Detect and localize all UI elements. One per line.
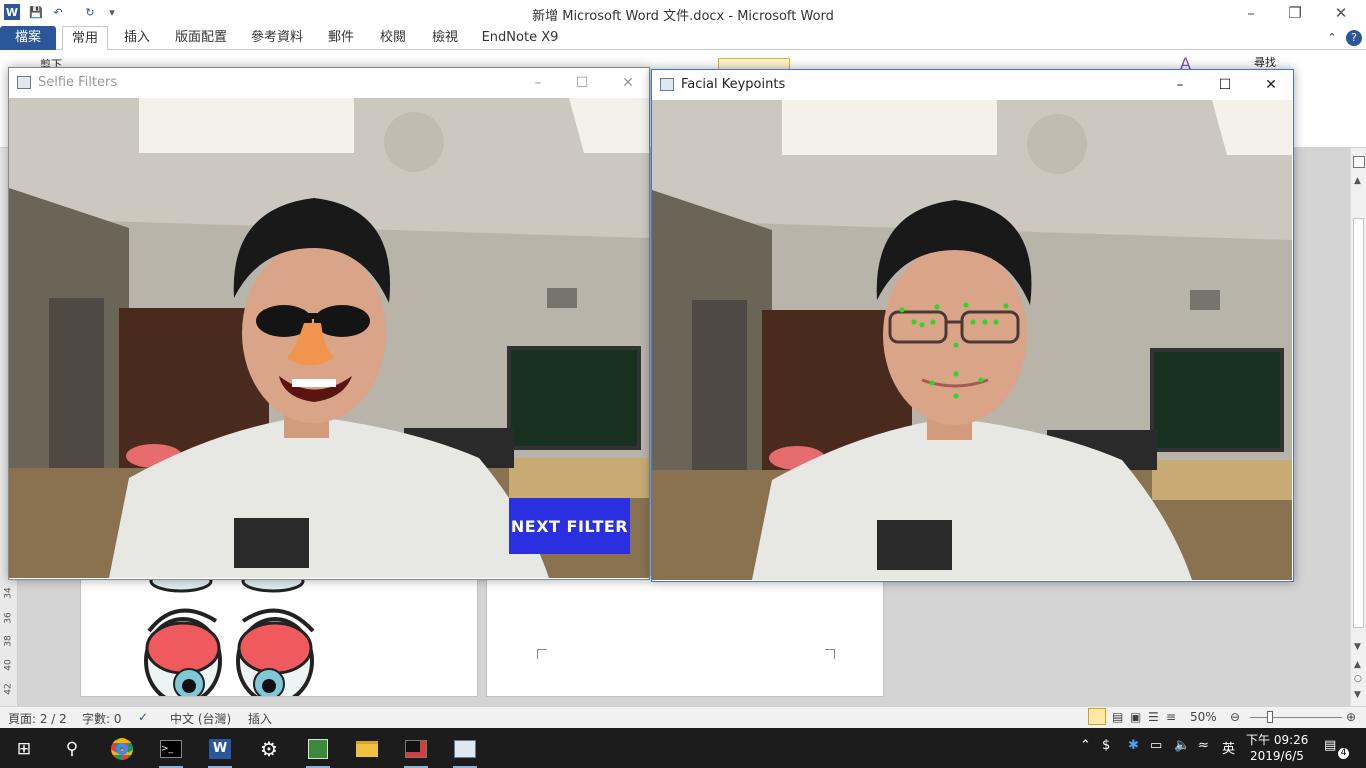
- scroll-thumb[interactable]: [1353, 218, 1364, 628]
- notification-count: 4: [1338, 748, 1349, 759]
- keypoints-window-titlebar[interactable]: Facial Keypoints – ☐ ✕: [652, 70, 1293, 100]
- tab-references[interactable]: 參考資料: [246, 26, 308, 50]
- language-indicator[interactable]: 中文 (台灣): [170, 710, 231, 727]
- image-viewer-icon[interactable]: [445, 733, 485, 768]
- margin-mark: [825, 649, 835, 659]
- show-hidden-icons[interactable]: ⌃: [1080, 738, 1091, 753]
- clock-date[interactable]: 2019/6/5: [1250, 749, 1304, 763]
- ime-indicator[interactable]: 英: [1222, 738, 1235, 757]
- window-app-icon: [660, 78, 674, 91]
- zoom-in-icon[interactable]: ⊕: [1346, 710, 1356, 724]
- selfie-maximize-button[interactable]: ☐: [559, 68, 605, 98]
- print-layout-icon[interactable]: [1088, 708, 1106, 725]
- ruler-number: 40: [3, 659, 14, 671]
- settings-icon[interactable]: ⚙: [249, 733, 289, 765]
- next-filter-button[interactable]: NEXT FILTER: [509, 498, 630, 554]
- ribbon-tabs: 檔案 常用 插入 版面配置 參考資料 郵件 校閱 檢視 EndNote X9 ⌃…: [0, 26, 1366, 51]
- minimize-button[interactable]: –: [1228, 2, 1274, 24]
- zoom-out-icon[interactable]: ⊖: [1230, 710, 1240, 724]
- document-page-right[interactable]: [486, 575, 884, 697]
- selfie-filters-window[interactable]: Selfie Filters – ☐ ✕ NEXT FILTER: [8, 67, 650, 580]
- restore-button[interactable]: ❐: [1272, 2, 1318, 24]
- outline-icon[interactable]: ☰: [1148, 710, 1159, 724]
- ruler-number: 42: [3, 683, 14, 695]
- word-icon[interactable]: W: [200, 733, 240, 768]
- next-page-icon[interactable]: ▼: [1354, 690, 1361, 700]
- selfie-camera-view: NEXT FILTER: [9, 98, 649, 578]
- vertical-scrollbar[interactable]: ▲ ▼ ▲ ○ ▼: [1350, 148, 1366, 706]
- zoom-slider-thumb[interactable]: [1267, 711, 1273, 723]
- keypoints-camera-view: [652, 100, 1292, 580]
- file-explorer-icon[interactable]: [347, 733, 387, 765]
- tab-view[interactable]: 檢視: [426, 26, 464, 50]
- tab-review[interactable]: 校閱: [374, 26, 412, 50]
- document-page-left[interactable]: [80, 575, 478, 697]
- previous-page-icon[interactable]: ▲: [1354, 660, 1361, 670]
- keypoints-window-title: Facial Keypoints: [681, 77, 786, 92]
- cartoon-eyes-image: [144, 576, 315, 696]
- dollar-tray-icon[interactable]: $: [1102, 738, 1110, 753]
- keypoints-minimize-button[interactable]: –: [1157, 70, 1203, 100]
- word-count[interactable]: 字數: 0: [82, 710, 122, 727]
- facial-keypoints-window[interactable]: Facial Keypoints – ☐ ✕: [651, 69, 1294, 582]
- chrome-icon[interactable]: [102, 733, 142, 765]
- margin-mark: [537, 649, 547, 659]
- tab-file[interactable]: 檔案: [0, 26, 56, 50]
- taskbar: ⊞ ⚲ >_ W ⚙ ⌃ $ ✱ ▭ 🔈 ≈ 英 下午 09:26 2019/6…: [0, 728, 1366, 768]
- window-app-icon: [17, 76, 31, 89]
- insert-mode[interactable]: 插入: [248, 710, 272, 727]
- bluetooth-icon[interactable]: ✱: [1128, 738, 1139, 753]
- keypoints-close-button[interactable]: ✕: [1248, 70, 1294, 100]
- zoom-slider[interactable]: [1250, 717, 1342, 718]
- scroll-up-arrow[interactable]: ▲: [1354, 176, 1361, 186]
- battery-icon[interactable]: ▭: [1150, 738, 1162, 753]
- scroll-down-arrow[interactable]: ▼: [1354, 642, 1361, 652]
- python-app-icon[interactable]: [396, 733, 436, 768]
- volume-icon[interactable]: 🔈: [1174, 738, 1190, 753]
- browse-object-icon[interactable]: ○: [1354, 674, 1362, 684]
- full-screen-reading-icon[interactable]: ▤: [1112, 710, 1123, 724]
- clock-time[interactable]: 下午 09:26: [1246, 731, 1308, 748]
- status-bar: 頁面: 2 / 2 字數: 0 ✓ 中文 (台灣) 插入 ▤ ▣ ☰ ≡ 50%…: [0, 706, 1366, 728]
- ruler-number: 34: [3, 587, 14, 599]
- help-icon[interactable]: ?: [1344, 26, 1364, 50]
- selfie-window-title: Selfie Filters: [38, 75, 118, 90]
- find-label[interactable]: 尋找: [1254, 54, 1276, 70]
- tab-insert[interactable]: 插入: [116, 26, 158, 50]
- selfie-minimize-button[interactable]: –: [515, 68, 561, 98]
- close-button[interactable]: ✕: [1318, 2, 1364, 24]
- word-titlebar: W 💾 ↶ ↻ ▾ 新增 Microsoft Word 文件.docx - Mi…: [0, 0, 1366, 26]
- tab-endnote[interactable]: EndNote X9: [478, 26, 562, 50]
- start-button-icon[interactable]: ⊞: [4, 733, 44, 765]
- tab-page-layout[interactable]: 版面配置: [170, 26, 232, 50]
- ruler-number: 36: [3, 612, 14, 624]
- ruler-toggle-icon[interactable]: [1353, 156, 1365, 168]
- ruler-number: 38: [3, 635, 14, 647]
- draft-icon[interactable]: ≡: [1166, 710, 1176, 724]
- selfie-close-button[interactable]: ✕: [605, 68, 651, 98]
- web-layout-icon[interactable]: ▣: [1130, 710, 1141, 724]
- page-count[interactable]: 頁面: 2 / 2: [8, 710, 67, 727]
- search-icon[interactable]: ⚲: [52, 733, 92, 765]
- window-title: 新增 Microsoft Word 文件.docx - Microsoft Wo…: [532, 9, 834, 24]
- selfie-window-titlebar[interactable]: Selfie Filters – ☐ ✕: [9, 68, 649, 98]
- zoom-level[interactable]: 50%: [1190, 710, 1217, 724]
- command-prompt-icon[interactable]: >_: [151, 733, 191, 768]
- tab-home[interactable]: 常用: [62, 26, 108, 51]
- tab-mailings[interactable]: 郵件: [322, 26, 360, 50]
- proofing-icon[interactable]: ✓: [138, 710, 148, 724]
- network-icon[interactable]: ≈: [1198, 738, 1209, 753]
- action-center-icon[interactable]: ▤: [1324, 738, 1336, 753]
- collapse-ribbon-icon[interactable]: ⌃: [1322, 26, 1342, 50]
- keypoints-webcam-frame: [652, 100, 1292, 580]
- chart-app-icon[interactable]: [298, 733, 338, 768]
- keypoints-maximize-button[interactable]: ☐: [1202, 70, 1248, 100]
